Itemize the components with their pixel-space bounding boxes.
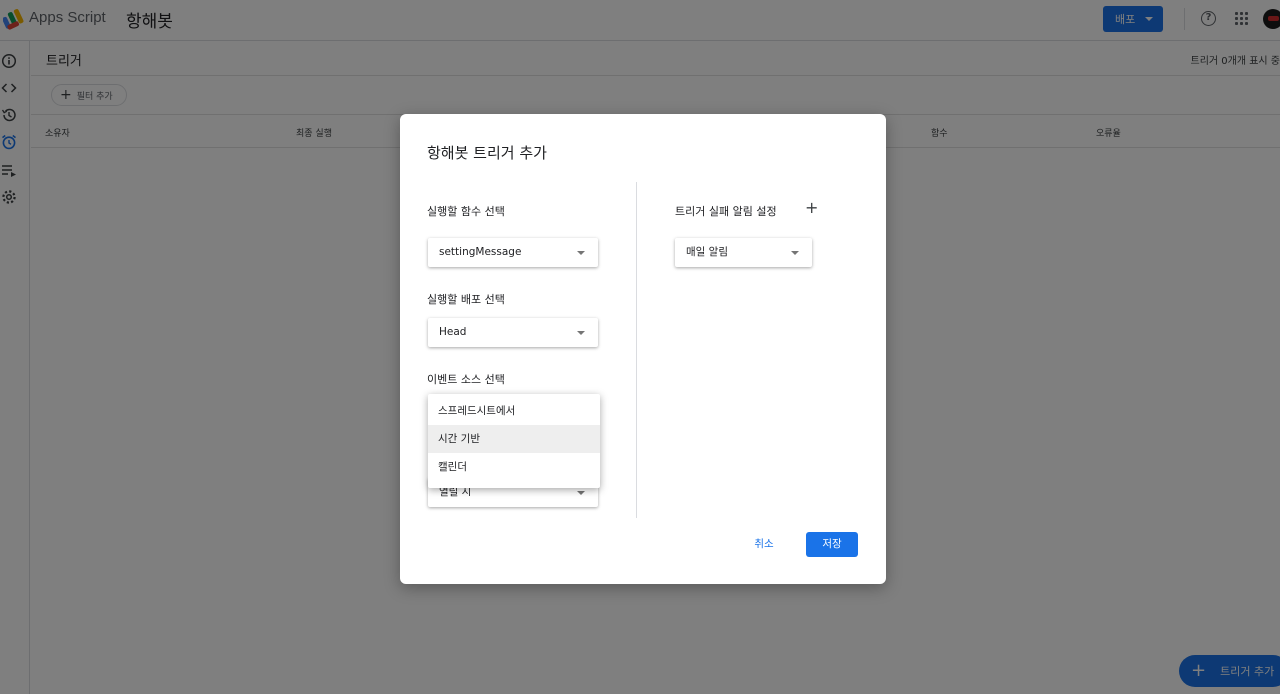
add-trigger-dialog: 항해봇 트리거 추가 실행할 함수 선택 settingMessage 실행할 … [400,114,886,584]
dialog-title: 항해봇 트리거 추가 [427,144,547,162]
notify-select[interactable]: 매일 알림 [675,238,812,267]
dropdown-arrow-icon [577,491,585,495]
add-notification-icon[interactable]: + [805,200,818,216]
notify-label: 트리거 실패 알림 설정 [675,205,777,218]
event-source-option-spreadsheet[interactable]: 스프레드시트에서 [428,397,600,425]
function-select-value: settingMessage [439,246,522,258]
function-label: 실행할 함수 선택 [427,205,505,218]
deployment-select[interactable]: Head [428,318,598,347]
function-select[interactable]: settingMessage [428,238,598,267]
cancel-button[interactable]: 취소 [742,532,786,556]
notify-select-value: 매일 알림 [686,246,728,258]
event-source-label: 이벤트 소스 선택 [427,373,505,386]
deployment-label: 실행할 배포 선택 [427,293,505,306]
event-source-option-time-based[interactable]: 시간 기반 [428,425,600,453]
save-button[interactable]: 저장 [806,532,858,557]
dialog-divider [636,182,637,518]
dropdown-arrow-icon [577,251,585,255]
dropdown-arrow-icon [577,331,585,335]
event-source-option-calendar[interactable]: 캘린더 [428,453,600,481]
deployment-select-value: Head [439,326,467,338]
event-source-dropdown: 스프레드시트에서 시간 기반 캘린더 [428,394,600,488]
dropdown-arrow-icon [791,251,799,255]
